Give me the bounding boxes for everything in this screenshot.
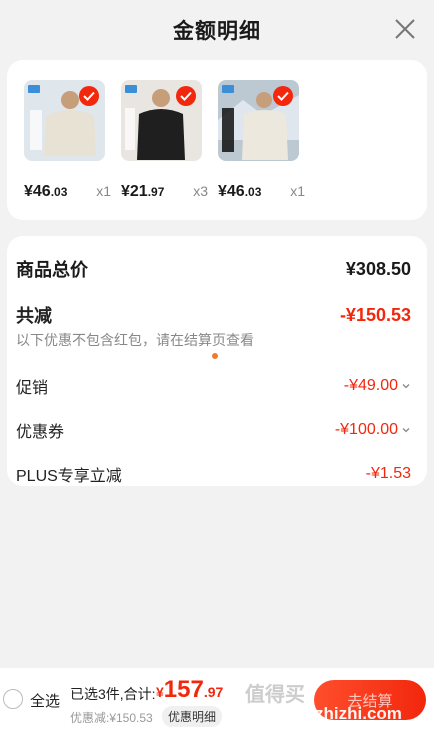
coupon-row[interactable]: 优惠券 -¥100.00 (16, 418, 411, 442)
total-label: 商品总价 (16, 260, 88, 280)
selected-count: 已选3件,合计: (70, 686, 156, 702)
product-price: ¥46.03 (218, 183, 262, 200)
selected-check-icon (176, 86, 196, 106)
discount-note: 以下优惠不包含红包，请在结算页查看 (16, 332, 254, 348)
plus-label: PLUS专享立减 (16, 468, 122, 485)
coupon-value: -¥100.00 (335, 421, 411, 439)
promo-label: 促销 (16, 380, 49, 397)
product-item[interactable]: ¥46.03 x1 (24, 80, 111, 220)
brand-tag-icon (125, 85, 137, 93)
product-thumbnail (24, 80, 105, 161)
coupon-label: 优惠券 (16, 424, 65, 441)
header: 金额明细 (0, 0, 434, 60)
discount-detail-button[interactable]: 优惠明细 (162, 706, 223, 727)
brand-tag-icon (222, 85, 234, 93)
discount-label: 共减 (16, 306, 52, 326)
brand-tag-icon (28, 85, 40, 93)
product-quantity: x1 (290, 183, 305, 199)
plus-value: -¥1.53 (365, 465, 411, 482)
product-item[interactable]: ¥46.03 x1 (218, 80, 305, 220)
checkout-bar: 全选 已选3件,合计: ¥157.97 优惠减:¥150.53 优惠明细 去结算… (0, 668, 434, 730)
total-row: 商品总价 ¥308.50 (16, 256, 411, 282)
discount-row: 共减 -¥150.53 (16, 302, 411, 328)
promo-row[interactable]: 促销 -¥49.00 (16, 374, 411, 398)
selected-check-icon (273, 86, 293, 106)
product-item[interactable]: ¥21.97 x3 (121, 80, 208, 220)
chevron-down-icon (402, 384, 410, 389)
saved-amount: 优惠减:¥150.53 (70, 711, 153, 725)
price-summary: 商品总价 ¥308.50 共减 -¥150.53 以下优惠不包含红包，请在结算页… (7, 236, 427, 486)
product-price: ¥46.03 (24, 183, 68, 200)
total-value: ¥308.50 (345, 258, 411, 279)
product-quantity: x1 (96, 183, 111, 199)
page-title: 金额明细 (173, 20, 261, 43)
plus-row: PLUS专享立减 -¥1.53 (16, 462, 411, 486)
indicator-dot (212, 353, 218, 359)
product-quantity: x3 (193, 183, 208, 199)
promo-value: -¥49.00 (344, 377, 411, 395)
product-list: ¥46.03 x1 ¥21.97 x3 ¥46.03 x1 (7, 60, 427, 220)
select-all-label[interactable]: 全选 (30, 690, 60, 711)
product-thumbnail (218, 80, 299, 161)
chevron-down-icon (402, 428, 410, 433)
discount-value: -¥150.53 (339, 304, 411, 325)
selected-check-icon (79, 86, 99, 106)
product-price: ¥21.97 (121, 183, 165, 200)
total-amount: ¥157.97 (156, 676, 224, 703)
close-icon[interactable] (394, 18, 416, 40)
select-all-radio[interactable] (3, 689, 23, 709)
watermark: 值得买 zhizhi.com (245, 684, 402, 723)
product-thumbnail (121, 80, 202, 161)
